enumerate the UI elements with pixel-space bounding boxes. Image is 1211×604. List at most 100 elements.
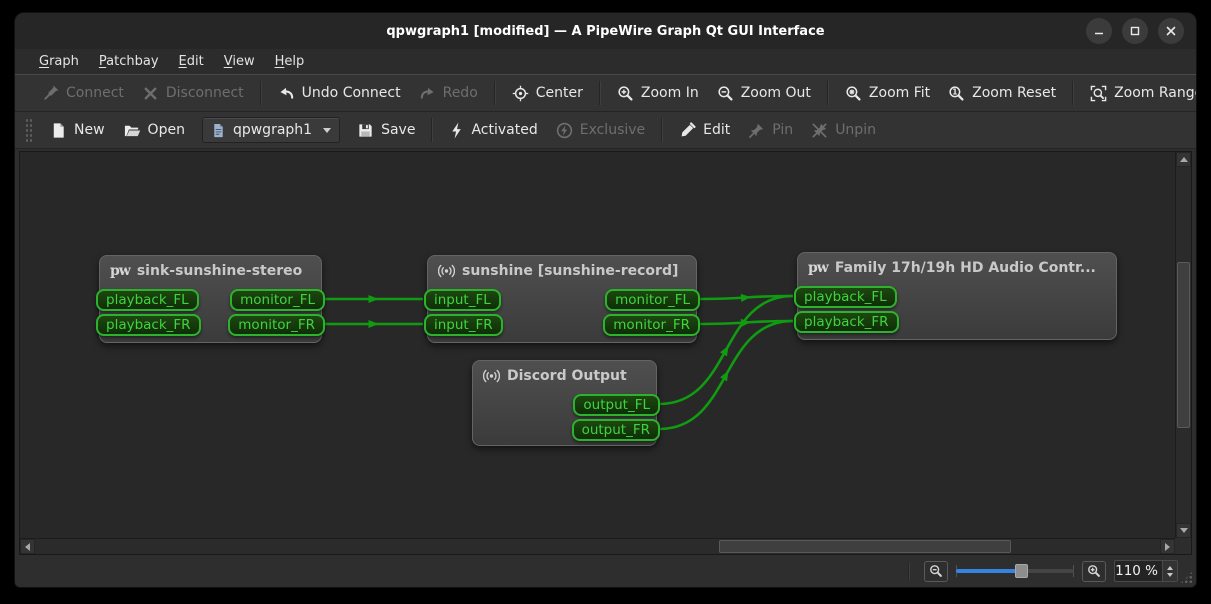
node-family[interactable]: pwFamily 17h/19h HD Audio Contr... playba… bbox=[797, 252, 1117, 340]
maximize-button[interactable] bbox=[1122, 18, 1148, 44]
connection-arrow-icon bbox=[720, 346, 728, 357]
center-button[interactable]: Center bbox=[503, 81, 592, 106]
zoom-percent-value: 110 % bbox=[1115, 561, 1162, 581]
disconnect-icon bbox=[142, 85, 159, 102]
disconnect-button[interactable]: Disconnect bbox=[133, 81, 253, 106]
toolbar-drag-handle[interactable] bbox=[25, 118, 33, 142]
graph-view[interactable]: pwsink-sunshine-stereoplayback_FLplaybac… bbox=[20, 152, 1175, 538]
node-title: sunshine [sunshine-record] bbox=[428, 256, 696, 279]
save-icon bbox=[357, 122, 374, 139]
redo-button[interactable]: Redo bbox=[410, 81, 487, 106]
patchbay-select[interactable]: qpwgraph1 bbox=[202, 117, 340, 143]
node-title: pwFamily 17h/19h HD Audio Contr... bbox=[798, 253, 1116, 276]
app-window: qpwgraph1 [modified] — A PipeWire Graph … bbox=[14, 12, 1197, 588]
zoom-range-button[interactable]: Zoom Range bbox=[1081, 81, 1197, 106]
resize-grip[interactable] bbox=[1180, 571, 1193, 584]
undo-connect-button[interactable]: Undo Connect bbox=[269, 81, 410, 106]
activated-button[interactable]: Activated bbox=[440, 118, 546, 143]
activated-label: Activated bbox=[471, 122, 537, 138]
zoom-out-button[interactable]: Zoom Out bbox=[708, 81, 820, 106]
vertical-scrollbar[interactable] bbox=[1175, 152, 1191, 538]
connect-label: Connect bbox=[66, 85, 124, 101]
toolbar-separator bbox=[260, 81, 262, 105]
connect-icon bbox=[42, 85, 59, 102]
toolbar-separator bbox=[827, 81, 829, 105]
scroll-up-button[interactable] bbox=[1176, 152, 1191, 167]
port-playback_FR[interactable]: playback_FR bbox=[794, 311, 899, 333]
connection-wire[interactable] bbox=[699, 296, 793, 299]
zoom-range-label: Zoom Range bbox=[1114, 85, 1197, 101]
port-monitor_FR[interactable]: monitor_FR bbox=[228, 314, 325, 336]
connection-arrow-icon bbox=[369, 295, 379, 303]
horizontal-scrollbar[interactable] bbox=[20, 538, 1175, 554]
menu-item-patchbay[interactable]: Patchbay bbox=[89, 52, 169, 71]
connection-wire[interactable] bbox=[699, 321, 793, 324]
edit-button[interactable]: Edit bbox=[670, 118, 739, 143]
redo-label: Redo bbox=[443, 85, 478, 101]
menu-item-view[interactable]: View bbox=[214, 52, 265, 71]
port-monitor_FL[interactable]: monitor_FL bbox=[230, 289, 325, 311]
statusbar: 110 % bbox=[15, 555, 1196, 587]
new-button[interactable]: New bbox=[41, 118, 114, 143]
menu-item-edit[interactable]: Edit bbox=[169, 52, 214, 71]
zoom-fit-button[interactable]: Zoom Fit bbox=[836, 81, 939, 106]
port-playback_FR[interactable]: playback_FR bbox=[96, 314, 201, 336]
scroll-left-button[interactable] bbox=[20, 539, 35, 554]
connection-arrow-icon bbox=[720, 371, 728, 382]
slider-fill bbox=[956, 569, 1021, 573]
zoom-reset-button[interactable]: 1 Zoom Reset bbox=[939, 81, 1065, 106]
pipewire-icon: pw bbox=[808, 261, 828, 275]
minimize-icon bbox=[1093, 25, 1105, 37]
node-sunshine[interactable]: sunshine [sunshine-record] input_FL input_… bbox=[427, 255, 697, 343]
connect-button[interactable]: Connect bbox=[33, 81, 133, 106]
node-title: pwsink-sunshine-stereo bbox=[100, 256, 321, 279]
horizontal-scroll-thumb[interactable] bbox=[719, 540, 1011, 553]
unpin-button[interactable]: Unpin bbox=[802, 118, 885, 143]
pin-button[interactable]: Pin bbox=[739, 118, 802, 143]
zoom-out-label: Zoom Out bbox=[741, 85, 811, 101]
port-output_FL[interactable]: output_FL bbox=[573, 394, 660, 416]
exclusive-button[interactable]: Exclusive bbox=[547, 118, 654, 143]
zoom-range-icon bbox=[1090, 85, 1107, 102]
connection-arrow-icon bbox=[369, 320, 379, 328]
minimize-button[interactable] bbox=[1086, 18, 1112, 44]
titlebar[interactable]: qpwgraph1 [modified] — A PipeWire Graph … bbox=[15, 13, 1196, 49]
spinbox-arrows[interactable] bbox=[1162, 561, 1177, 581]
undo-label: Undo Connect bbox=[302, 85, 401, 101]
arrow-right-icon bbox=[1165, 543, 1170, 551]
vertical-scroll-thumb[interactable] bbox=[1177, 262, 1190, 428]
connection-arrow-icon bbox=[741, 319, 751, 327]
scroll-down-button[interactable] bbox=[1176, 523, 1191, 538]
zoom-reset-label: Zoom Reset bbox=[972, 85, 1056, 101]
zoom-slider[interactable] bbox=[956, 561, 1074, 581]
close-button[interactable] bbox=[1158, 18, 1184, 44]
port-playback_FL[interactable]: playback_FL bbox=[96, 289, 199, 311]
port-input_FR[interactable]: input_FR bbox=[424, 314, 503, 336]
pin-icon bbox=[748, 122, 765, 139]
arrow-down-icon bbox=[1180, 528, 1188, 533]
new-file-icon bbox=[50, 122, 67, 139]
zoom-in-button[interactable]: Zoom In bbox=[608, 81, 708, 106]
graph-canvas-area: pwsink-sunshine-stereoplayback_FLplaybac… bbox=[19, 151, 1192, 555]
disconnect-label: Disconnect bbox=[166, 85, 244, 101]
slider-handle[interactable] bbox=[1015, 564, 1028, 578]
scroll-right-button[interactable] bbox=[1160, 539, 1175, 554]
port-playback_FL[interactable]: playback_FL bbox=[794, 286, 897, 308]
port-input_FL[interactable]: input_FL bbox=[424, 289, 501, 311]
node-discord[interactable]: Discord Outputoutput_FLoutput_FR bbox=[472, 360, 657, 446]
connection-arrow-icon bbox=[741, 294, 751, 302]
save-button[interactable]: Save bbox=[348, 118, 424, 143]
window-title: qpwgraph1 [modified] — A PipeWire Graph … bbox=[386, 24, 824, 39]
port-monitor_FL[interactable]: monitor_FL bbox=[605, 289, 700, 311]
svg-text:1: 1 bbox=[952, 87, 957, 96]
connections-layer bbox=[20, 152, 1175, 538]
menu-item-graph[interactable]: Graph bbox=[29, 52, 89, 71]
port-output_FR[interactable]: output_FR bbox=[572, 419, 660, 441]
statusbar-zoom-out-button[interactable] bbox=[924, 561, 948, 582]
open-button[interactable]: Open bbox=[114, 118, 194, 143]
port-monitor_FR[interactable]: monitor_FR bbox=[603, 314, 700, 336]
menu-item-help[interactable]: Help bbox=[265, 52, 315, 71]
statusbar-zoom-in-button[interactable] bbox=[1082, 561, 1106, 582]
zoom-percent-spinbox[interactable]: 110 % bbox=[1114, 560, 1178, 582]
node-sink[interactable]: pwsink-sunshine-stereo playback_FLplaybac… bbox=[99, 255, 322, 343]
